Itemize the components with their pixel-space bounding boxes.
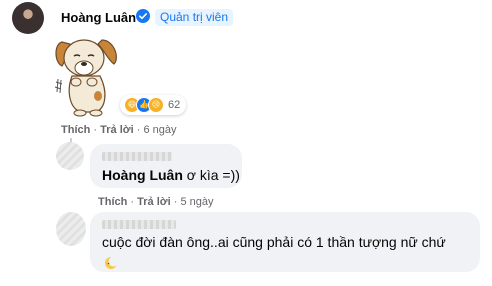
reply-avatar[interactable]: [56, 212, 86, 246]
role-badge: Quản trị viên: [155, 9, 234, 26]
reply-avatar[interactable]: [56, 142, 84, 170]
like-link[interactable]: Thích: [98, 196, 127, 208]
reply-author-name[interactable]: [102, 220, 176, 229]
sad-icon: 😢: [148, 97, 164, 113]
reply-link[interactable]: Trả lời: [137, 196, 171, 208]
dog-sticker: [54, 39, 117, 117]
author-avatar[interactable]: [12, 2, 44, 34]
reactions-summary[interactable]: 😆 👍 😢 62: [120, 95, 187, 115]
reaction-count: 62: [168, 99, 181, 111]
reply-text: cuộc đời đàn ông..ai cũng phải có 1 thần…: [102, 232, 462, 274]
reply-time[interactable]: 5 ngày: [180, 196, 213, 208]
reply-author-name[interactable]: [102, 152, 172, 161]
comment-time[interactable]: 6 ngày: [143, 124, 176, 136]
reply-actions: Thích · Trả lời · 5 ngày: [98, 196, 214, 208]
reply-bubble: cuộc đời đàn ông..ai cũng phải có 1 thần…: [90, 212, 480, 272]
check-circle-icon: [136, 9, 150, 23]
reply-link[interactable]: Trả lời: [100, 124, 134, 136]
mention-link[interactable]: Hoàng Luân: [102, 167, 183, 183]
reply-text: Hoàng Luân ơ kìa =)): [102, 167, 240, 183]
author-name[interactable]: Hoàng Luân: [61, 10, 136, 25]
reply-bubble: Hoàng Luân ơ kìa =)): [90, 144, 242, 188]
like-link[interactable]: Thích: [61, 124, 90, 136]
crescent-moon-icon: [105, 256, 118, 269]
comment-actions: Thích · Trả lời · 6 ngày: [61, 124, 177, 136]
